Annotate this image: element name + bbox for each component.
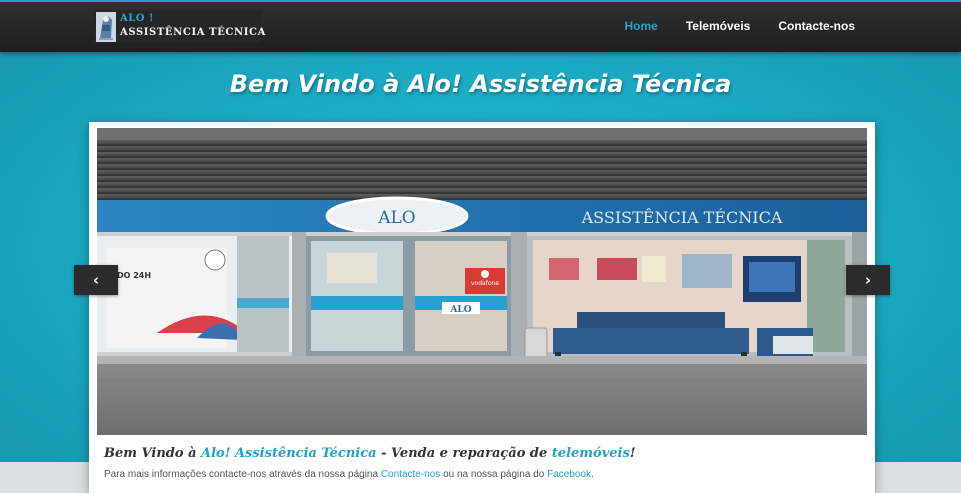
sign-assistencia-text: ASSISTÊNCIA TÉCNICA	[581, 207, 783, 227]
slide-image[interactable]: ALO ASSISTÊNCIA TÉCNICA DO 24H ALO vodaf…	[97, 128, 867, 435]
top-navbar: ALO ! ASSISTÊNCIA TÉCNICA Home Telemóvei…	[0, 0, 961, 52]
page-title: Bem Vindo à Alo! Assistência Técnica	[229, 70, 732, 98]
chevron-left-icon: ‹	[92, 271, 100, 289]
logo-subtitle: ASSISTÊNCIA TÉCNICA	[120, 27, 266, 38]
nav-item-home[interactable]: Home	[625, 19, 658, 33]
slider-prev-button[interactable]: ‹	[74, 265, 118, 295]
nav-item-contacte-nos[interactable]: Contacte-nos	[778, 19, 855, 33]
nav-item-telemoveis[interactable]: Telemóveis	[686, 19, 750, 33]
caption-highlight-brand: Alo! Assistência Técnica	[201, 446, 377, 461]
site-logo[interactable]: ALO ! ASSISTÊNCIA TÉCNICA	[94, 11, 265, 43]
facebook-link[interactable]: Facebook	[547, 469, 591, 480]
logo-title: ALO !	[120, 13, 154, 24]
sign-alo-text: ALO	[377, 208, 416, 228]
caption-sub-text-1: Para mais informações contacte-nos atrav…	[104, 469, 381, 480]
storefront-photo: ALO ASSISTÊNCIA TÉCNICA DO 24H ALO vodaf…	[97, 128, 867, 435]
caption-sub-text-3: .	[591, 469, 594, 480]
slide-caption: Bem Vindo à Alo! Assistência Técnica - V…	[104, 446, 864, 461]
caption-highlight-telemoveis: telemóveis	[551, 446, 630, 461]
door-logo-text: ALO	[449, 305, 471, 315]
slider-card: ALO ASSISTÊNCIA TÉCNICA DO 24H ALO vodaf…	[89, 122, 875, 493]
slider-next-button[interactable]: ›	[846, 265, 890, 295]
main-nav: Home Telemóveis Contacte-nos	[625, 19, 856, 33]
logo-figure-icon	[96, 12, 116, 42]
vodafone-text: vodafone	[471, 280, 499, 287]
window-text: DO 24H	[117, 271, 151, 280]
chevron-right-icon: ›	[864, 271, 872, 289]
contacte-nos-link[interactable]: Contacte-nos	[381, 469, 440, 480]
caption-text-3: !	[629, 446, 636, 461]
slide-caption-subtext: Para mais informações contacte-nos atrav…	[104, 469, 864, 480]
caption-text-1: Bem Vindo à	[104, 446, 202, 461]
caption-sub-text-2: ou na nossa página do	[440, 469, 548, 480]
caption-text-2: - Venda e reparação de	[376, 446, 552, 461]
